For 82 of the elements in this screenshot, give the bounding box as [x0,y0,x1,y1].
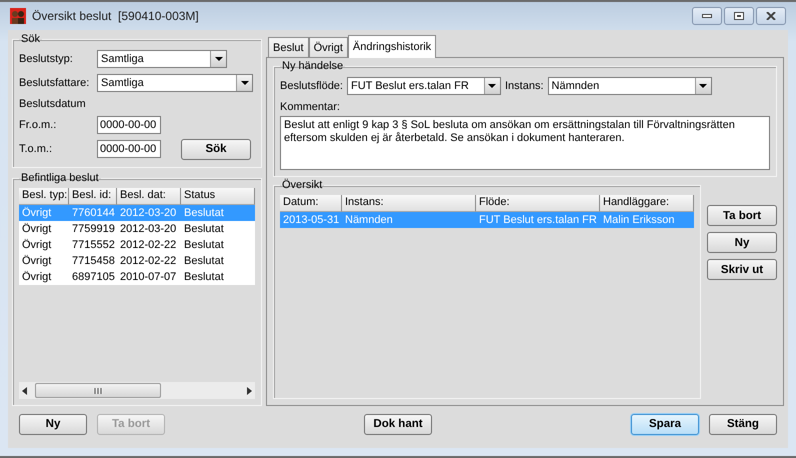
field-label: Kommentar: [280,101,340,113]
footer-button[interactable]: Dok hant [364,414,432,434]
table-cell-text: Beslutat [183,223,225,235]
action-button[interactable]: Skriv ut [707,259,777,280]
minimize-button[interactable] [692,7,722,25]
column-header[interactable]: Instans: [342,195,476,212]
dropdown-arrow-icon[interactable] [240,81,248,85]
date-field[interactable]: 0000-00-00 [97,116,161,134]
horizontal-scrollbar[interactable] [19,382,255,399]
field-label: Beslutsfattare: [19,77,90,89]
table-cell-text: FUT Beslut ers.talan FR [478,214,598,226]
maximize-icon[interactable] [734,12,744,20]
table-cell-text: 7715552 [71,239,116,251]
table-row[interactable]: Övrigt 7715552 2012-02-22 Beslutat [19,237,255,253]
footer-button[interactable]: Stäng [709,414,777,434]
close-icon[interactable] [766,12,776,20]
table-cell-text: Övrigt [21,255,52,267]
scroll-left-icon[interactable] [22,386,27,394]
footer-button[interactable]: Ny [19,414,87,434]
group-title: Översikt [281,179,324,191]
scroll-right-icon[interactable] [247,386,252,394]
table-cell-text: Övrigt [21,239,52,251]
comment-field[interactable]: Beslut att enligt 9 kap 3 § SoL besluta om ansökan om ersättningstalan till Förvaltningsrätten eftersom skulden ej är återbetald. Se ansökan i dokument hanteraren. [280,116,770,170]
column-header[interactable]: Flöde: [476,195,600,212]
table-cell-text: 2012-02-22 [119,239,178,251]
dropdown-arrow-icon[interactable] [214,57,222,61]
table-cell-text: Övrigt [21,223,52,235]
dropdown-field[interactable]: FUT Beslut ers.talan FR [346,77,501,95]
date-field[interactable]: 0000-00-00 [97,140,161,158]
field-label: Fr.o.m.: [19,119,58,131]
tab[interactable]: Beslut [268,37,309,57]
table-cell-text: 7759919 [71,223,116,235]
maximize-button[interactable] [724,7,754,25]
column-header[interactable]: Besl. typ: [19,188,69,205]
table-cell-text: Malin Eriksson [602,214,676,226]
table-cell-text: 6897105 [71,271,116,283]
column-header[interactable]: Besl. dat: [117,188,181,205]
dropdown-arrow-icon[interactable] [699,84,708,88]
table-cell-text: Beslutat [183,271,225,283]
table-cell-text: 2010-07-07 [119,271,178,283]
tab[interactable]: Ändringshistorik [348,35,436,58]
table-cell-text: Nämnden [344,214,394,226]
field-label: Beslutstyp: [19,53,74,65]
dropdown-field[interactable]: Samtliga [97,74,253,92]
window-title: Översikt beslut [590410-003M] [32,9,199,23]
column-header[interactable]: Status [181,188,255,205]
field-label: Beslutsflöde: [280,80,343,92]
table-cell-text: 7715458 [71,255,116,267]
field-label: Instans: [504,80,544,92]
column-header[interactable]: Besl. id: [69,188,117,205]
app-icon [10,8,26,24]
table-cell-text: Beslutat [183,239,225,251]
table-cell-text: 2012-03-20 [119,207,178,219]
field-label: Beslutsdatum [19,98,86,110]
table-cell-text: 7760144 [71,207,116,219]
action-button[interactable]: Ta bort [707,205,777,226]
footer-button[interactable]: Spara [631,414,699,434]
group-title: Ny händelse [281,60,344,72]
dropdown-field[interactable]: Nämnden [548,77,712,95]
column-header[interactable]: Datum: [280,195,342,212]
group-title: Sök [20,33,41,45]
table-cell-text: Beslutat [183,255,225,267]
close-button[interactable] [756,7,786,25]
table-cell-text: 2012-03-20 [119,223,178,235]
table-cell-text: Övrigt [21,207,52,219]
group-title: Befintliga beslut [20,172,100,184]
column-header[interactable]: Handläggare: [600,195,694,212]
table-cell-text: 2013-05-31 [282,214,340,226]
field-label: T.o.m.: [19,143,54,155]
table-row[interactable]: Övrigt 7759919 2012-03-20 Beslutat [19,221,255,237]
search-button[interactable]: Sök [181,138,251,160]
tab[interactable]: Övrigt [308,37,348,57]
dropdown-arrow-icon[interactable] [488,84,496,88]
table-row[interactable]: Övrigt 7715458 2012-02-22 Beslutat [19,253,255,269]
minimize-icon[interactable] [702,14,712,18]
table-row[interactable]: Övrigt 6897105 2010-07-07 Beslutat [19,269,255,285]
table-cell-text: 2012-02-22 [119,255,178,267]
table-cell-text: Beslutat [183,207,225,219]
action-button[interactable]: Ny [707,232,777,253]
dropdown-field[interactable]: Samtliga [97,50,227,68]
grip-icon[interactable] [94,388,102,394]
table-cell-text: Övrigt [21,271,52,283]
